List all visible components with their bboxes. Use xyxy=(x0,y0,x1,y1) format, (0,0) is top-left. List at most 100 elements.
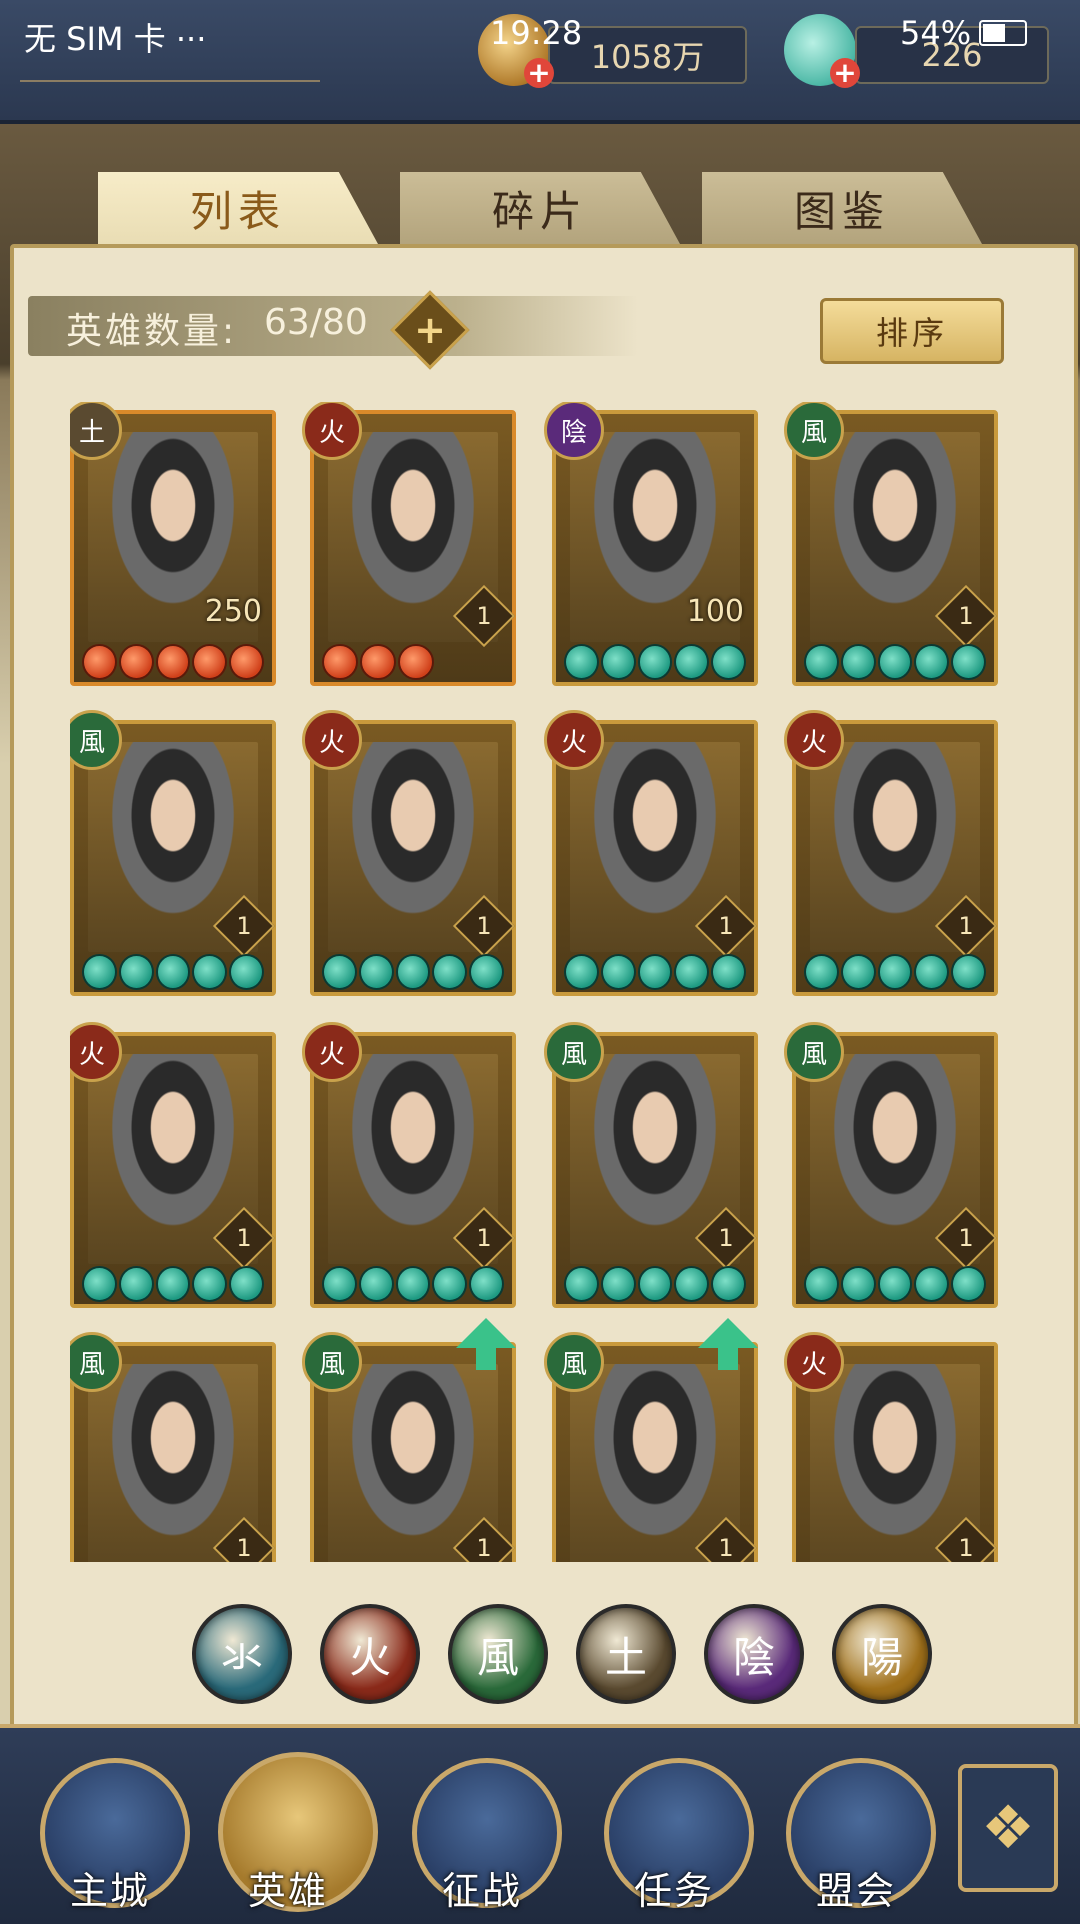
hero-level: 100 xyxy=(686,594,744,629)
hero-card[interactable]: 火1 xyxy=(784,1332,998,1562)
battery-icon xyxy=(979,20,1028,46)
star-rating xyxy=(322,644,504,680)
star-icon xyxy=(155,644,191,680)
hero-card[interactable]: 風1 xyxy=(784,402,998,686)
star-icon xyxy=(674,954,710,990)
star-icon xyxy=(398,644,434,680)
hero-level: 1 xyxy=(958,1534,974,1562)
hero-card[interactable]: 火1 xyxy=(302,402,516,686)
star-icon xyxy=(600,954,636,990)
add-gems-button[interactable]: + xyxy=(830,58,860,88)
element-badge: 火 xyxy=(784,710,844,770)
filter-earth-button[interactable]: 土 xyxy=(576,1604,676,1704)
element-badge: 風 xyxy=(302,1332,362,1392)
star-icon xyxy=(951,954,986,990)
clock: 19:28 xyxy=(490,14,583,52)
menu-flower-icon[interactable]: ❖ xyxy=(958,1764,1058,1892)
filter-wind-button[interactable]: 風 xyxy=(448,1604,548,1704)
hero-card[interactable]: 風1 xyxy=(70,710,276,996)
star-icon xyxy=(564,1266,599,1302)
hero-card[interactable]: 火1 xyxy=(302,710,516,996)
nav-label: 英雄 xyxy=(247,1869,328,1913)
tab-collection[interactable]: 图鉴 xyxy=(702,172,982,244)
add-coins-button[interactable]: + xyxy=(524,58,554,88)
nav-label: 征战 xyxy=(441,1869,522,1913)
star-icon xyxy=(600,644,636,680)
star-rating xyxy=(82,644,264,680)
battery-percent: 54% xyxy=(900,14,972,52)
filter-fire-button[interactable]: 火 xyxy=(320,1604,420,1704)
element-badge: 火 xyxy=(302,1022,362,1082)
star-rating xyxy=(564,644,746,680)
star-icon xyxy=(358,1266,394,1302)
battery-status: 54% xyxy=(900,14,1028,52)
star-icon xyxy=(322,954,357,990)
star-rating xyxy=(82,1266,264,1302)
upgrade-arrow-icon xyxy=(698,1318,758,1370)
star-icon xyxy=(840,954,876,990)
star-icon xyxy=(82,954,117,990)
tab-list[interactable]: 列表 xyxy=(98,172,378,244)
star-icon xyxy=(804,954,839,990)
hero-level: 1 xyxy=(476,912,492,940)
sort-button[interactable]: 排序 xyxy=(820,298,1004,364)
filter-water-button[interactable]: 氺 xyxy=(192,1604,292,1704)
star-icon xyxy=(192,1266,228,1302)
star-icon xyxy=(469,1266,504,1302)
star-icon xyxy=(637,644,673,680)
star-icon xyxy=(674,1266,710,1302)
star-rating xyxy=(564,1266,746,1302)
upgrade-arrow-icon xyxy=(456,1318,516,1370)
star-icon xyxy=(469,954,504,990)
star-icon xyxy=(395,954,431,990)
star-icon xyxy=(155,1266,191,1302)
carrier-status: 无 SIM 卡 ··· xyxy=(24,20,207,58)
star-icon xyxy=(564,644,599,680)
element-badge: 火 xyxy=(302,402,362,460)
nav-label: 盟会 xyxy=(815,1869,896,1913)
element-badge: 陰 xyxy=(544,402,604,460)
star-icon xyxy=(711,954,746,990)
filter-yang-button[interactable]: 陽 xyxy=(832,1604,932,1704)
star-icon xyxy=(432,954,468,990)
star-icon xyxy=(711,644,746,680)
star-icon xyxy=(914,954,950,990)
star-icon xyxy=(877,954,913,990)
star-icon xyxy=(564,954,599,990)
star-rating xyxy=(322,954,504,990)
hero-card[interactable]: 風1 xyxy=(784,1022,998,1308)
filter-yin-button[interactable]: 陰 xyxy=(704,1604,804,1704)
hero-level: 1 xyxy=(718,1224,734,1252)
hero-card[interactable]: 風1 xyxy=(70,1332,276,1562)
hero-card[interactable]: 土 250 xyxy=(70,402,276,686)
element-badge: 火 xyxy=(784,1332,844,1392)
hero-card[interactable]: 風1 xyxy=(544,1022,758,1308)
star-icon xyxy=(637,954,673,990)
star-rating xyxy=(804,954,986,990)
hero-card[interactable]: 陰 100 xyxy=(544,402,758,686)
element-badge: 風 xyxy=(784,1022,844,1082)
star-icon xyxy=(840,644,876,680)
star-icon xyxy=(229,954,264,990)
star-rating xyxy=(82,954,264,990)
hero-card[interactable]: 火1 xyxy=(784,710,998,996)
hero-card[interactable]: 火1 xyxy=(302,1022,516,1308)
hero-level: 1 xyxy=(958,602,974,630)
tab-fragments[interactable]: 碎片 xyxy=(400,172,680,244)
star-rating xyxy=(564,954,746,990)
hero-count-label: 英雄数量: xyxy=(66,311,238,352)
star-icon xyxy=(395,1266,431,1302)
hero-card[interactable]: 火1 xyxy=(544,710,758,996)
hero-card[interactable]: 火1 xyxy=(70,1022,276,1308)
star-icon xyxy=(192,954,228,990)
plus-icon: + xyxy=(414,308,446,352)
hero-level: 1 xyxy=(476,1534,492,1562)
star-icon xyxy=(118,644,154,680)
hero-card[interactable]: 風1 xyxy=(544,1318,758,1562)
hero-level: 1 xyxy=(958,1224,974,1252)
star-icon xyxy=(877,644,913,680)
element-filter-bar: 氺火風土陰陽 xyxy=(192,1604,932,1704)
star-rating xyxy=(804,644,986,680)
star-icon xyxy=(637,1266,673,1302)
hero-card[interactable]: 風1 xyxy=(302,1318,516,1562)
